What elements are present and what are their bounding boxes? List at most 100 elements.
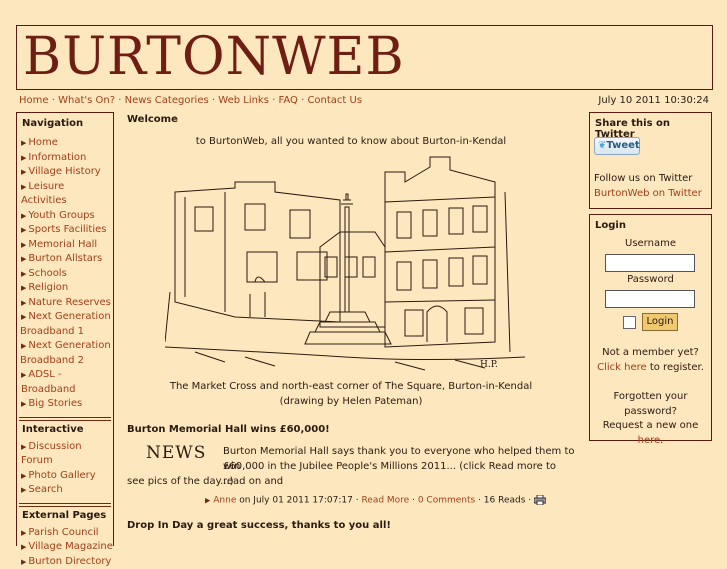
- topnav-web-links[interactable]: Web Links: [218, 95, 269, 106]
- navigation-heading: Navigation: [17, 113, 113, 131]
- nav-item-leisure-activities[interactable]: ▶Leisure Activities: [17, 180, 113, 209]
- meta-separator: ·: [409, 496, 418, 506]
- nav-item-search[interactable]: ▶Search: [17, 483, 113, 498]
- password-input[interactable]: [605, 290, 695, 308]
- nav-item-schools[interactable]: ▶Schools: [17, 267, 113, 282]
- author-link[interactable]: Anne: [213, 496, 236, 506]
- topnav-separator: ·: [272, 95, 275, 106]
- topnav-separator: ·: [212, 95, 215, 106]
- nav-item-next-generation-broadband-2[interactable]: ▶Next Generation: [17, 339, 113, 354]
- topnav-separator: ·: [52, 95, 55, 106]
- arrow-icon: ▶: [21, 270, 26, 278]
- nav-item-next-generation-broadband-1[interactable]: ▶Next Generation: [17, 310, 113, 325]
- top-navigation: Home · What's On? · News Categories · We…: [19, 95, 362, 106]
- topnav-faq[interactable]: FAQ: [279, 95, 298, 106]
- arrow-icon: ▶: [21, 529, 26, 537]
- article-body-line: see pics of the day...): [127, 474, 573, 489]
- arrow-icon: ▶: [21, 443, 26, 451]
- arrow-icon: ▶: [21, 139, 26, 147]
- nav-item-parish-council[interactable]: ▶Parish Council: [17, 526, 113, 541]
- nav-item-village-magazine[interactable]: ▶Village Magazine: [17, 540, 113, 555]
- follow-text: Follow us on Twitter: [594, 173, 692, 184]
- nav-item-youth-groups[interactable]: ▶Youth Groups: [17, 209, 113, 224]
- topnav-home[interactable]: Home: [19, 95, 49, 106]
- nav-item-nature-reserves[interactable]: ▶Nature Reserves: [17, 296, 113, 311]
- welcome-heading: Welcome: [127, 114, 178, 125]
- nav-item-photo-gallery[interactable]: ▶Photo Gallery: [17, 469, 113, 484]
- interactive-heading: Interactive: [19, 420, 111, 437]
- arrow-icon: ▶: [21, 342, 26, 350]
- printer-icon[interactable]: [534, 495, 546, 505]
- nav-item-home[interactable]: ▶Home: [17, 136, 113, 151]
- article-title[interactable]: Burton Memorial Hall wins £60,000!: [127, 424, 330, 435]
- external-pages-heading: External Pages: [19, 506, 111, 523]
- nav-item-wrap[interactable]: Broadband 2: [17, 354, 113, 369]
- nav-item-village-history[interactable]: ▶Village History: [17, 165, 113, 180]
- read-count: · 16 Reads ·: [475, 496, 534, 506]
- twitter-heading: Share this on Twitter: [590, 113, 711, 131]
- reset-password-link[interactable]: here: [638, 435, 661, 446]
- username-label: Username: [590, 238, 711, 249]
- remember-checkbox[interactable]: [623, 316, 636, 329]
- forgotten-text: password?: [590, 405, 711, 420]
- register-line: Click here to register.: [590, 361, 711, 376]
- arrow-icon: ▶: [21, 313, 26, 321]
- register-link[interactable]: here: [624, 362, 647, 373]
- arrow-icon: ▶: [21, 543, 26, 551]
- tweet-button[interactable]: ❦Tweet: [594, 137, 640, 155]
- site-banner: BURTONWEB: [16, 25, 713, 90]
- nav-item-adsl-broadband[interactable]: ▶ADSL - Broadband: [17, 368, 113, 397]
- nav-item-burton-directory[interactable]: ▶Burton Directory: [17, 555, 113, 569]
- nav-item-information[interactable]: ▶Information: [17, 151, 113, 166]
- username-input[interactable]: [605, 254, 695, 272]
- topnav-separator: ·: [301, 95, 304, 106]
- read-more-link[interactable]: Read More: [361, 496, 409, 506]
- arrow-icon: ▶: [21, 371, 26, 379]
- svg-text:H.P.: H.P.: [480, 360, 498, 370]
- twitter-box: Share this on Twitter ❦Tweet Follow us o…: [589, 112, 712, 209]
- arrow-icon: ▶: [21, 154, 26, 162]
- nav-item-religion[interactable]: ▶Religion: [17, 281, 113, 296]
- site-logo[interactable]: BURTONWEB: [23, 29, 405, 85]
- arrow-icon: ▶: [21, 212, 26, 220]
- arrow-icon: ▶: [21, 168, 26, 176]
- twitter-link[interactable]: BurtonWeb on Twitter: [594, 188, 702, 199]
- market-cross-drawing: H.P.: [165, 152, 525, 378]
- nav-item-memorial-hall[interactable]: ▶Memorial Hall: [17, 238, 113, 253]
- article-meta: ▶ Anne on July 01 2011 17:07:17 · Read M…: [205, 495, 546, 506]
- topnav-news-categories[interactable]: News Categories: [125, 95, 209, 106]
- nav-item-burton-allstars[interactable]: ▶Burton Allstars: [17, 252, 113, 267]
- topnav-separator: ·: [118, 95, 121, 106]
- nav-item-sports-facilities[interactable]: ▶Sports Facilities: [17, 223, 113, 238]
- arrow-icon: ▶: [21, 472, 26, 480]
- topnav-contact-us[interactable]: Contact Us: [307, 95, 362, 106]
- password-label: Password: [590, 274, 711, 285]
- click-text[interactable]: Click: [597, 362, 624, 373]
- arrow-icon: ▶: [21, 241, 26, 249]
- drawing-credit: (drawing by Helen Pateman): [127, 396, 575, 407]
- comments-link[interactable]: 0 Comments: [418, 496, 475, 506]
- arrow-icon: ▶: [205, 497, 210, 505]
- login-box: Login Username Password Login Not a memb…: [589, 214, 712, 441]
- left-sidebar: Navigation ▶Home ▶Information ▶Village H…: [16, 112, 114, 546]
- welcome-text: to BurtonWeb, all you wanted to know abo…: [127, 136, 575, 147]
- forgotten-text: Forgotten your: [590, 390, 711, 405]
- request-line: Request a new one here.: [590, 419, 711, 448]
- arrow-icon: ▶: [21, 255, 26, 263]
- current-datetime: July 10 2011 10:30:24: [598, 95, 709, 106]
- login-heading: Login: [590, 215, 711, 233]
- meta-date: on July 01 2011 17:07:17 ·: [236, 496, 361, 506]
- topnav-whats-on[interactable]: What's On?: [58, 95, 115, 106]
- arrow-icon: ▶: [21, 284, 26, 292]
- arrow-icon: ▶: [21, 183, 26, 191]
- login-button[interactable]: Login: [642, 313, 678, 331]
- nav-item-discussion-forum[interactable]: ▶Discussion Forum: [17, 440, 113, 469]
- nav-item-wrap[interactable]: Broadband 1: [17, 325, 113, 340]
- arrow-icon: ▶: [21, 558, 26, 566]
- article-title[interactable]: Drop In Day a great success, thanks to y…: [127, 520, 391, 531]
- news-icon: NEWS: [146, 443, 206, 463]
- arrow-icon: ▶: [21, 486, 26, 494]
- drawing-caption: The Market Cross and north-east corner o…: [127, 381, 575, 392]
- arrow-icon: ▶: [21, 299, 26, 307]
- nav-item-big-stories[interactable]: ▶Big Stories: [17, 397, 113, 412]
